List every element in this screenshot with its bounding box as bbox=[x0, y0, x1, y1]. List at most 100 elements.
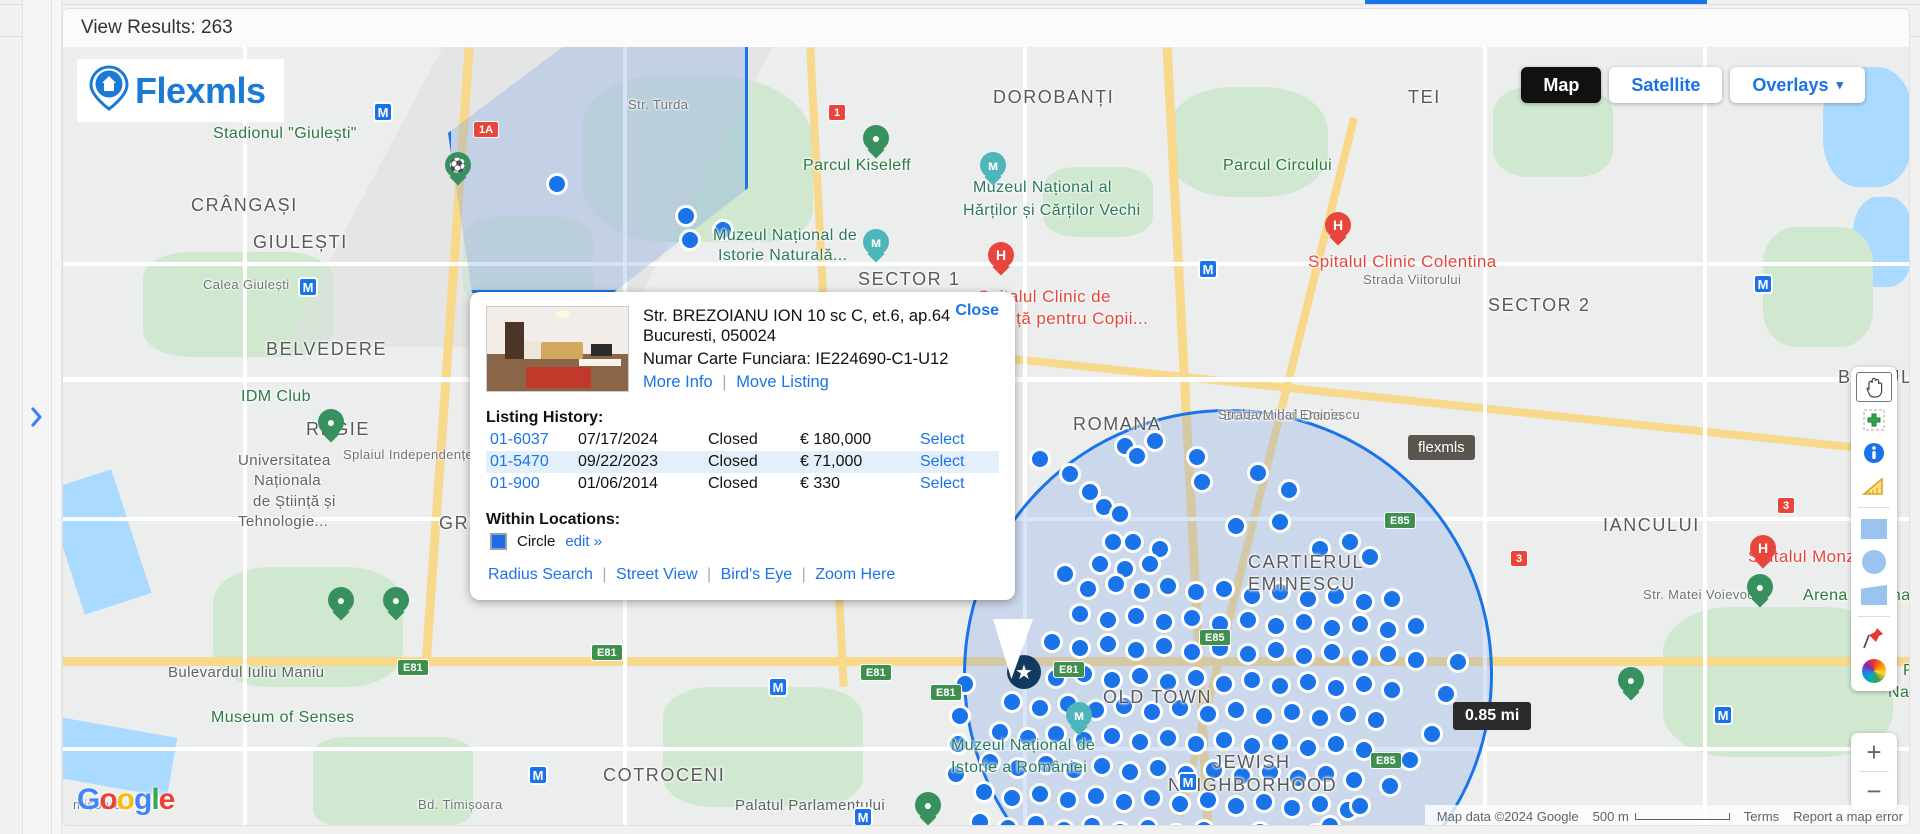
listing-marker-dot[interactable] bbox=[1125, 605, 1147, 627]
history-cell-id[interactable]: 01-6037 bbox=[486, 429, 578, 451]
listing-marker-dot[interactable] bbox=[1405, 649, 1427, 671]
listing-marker-dot[interactable] bbox=[1001, 691, 1023, 713]
listing-marker-dot[interactable] bbox=[1213, 578, 1235, 600]
listing-marker-dot[interactable] bbox=[1241, 585, 1263, 607]
listing-marker-dot[interactable] bbox=[1157, 575, 1179, 597]
listing-marker-dot[interactable] bbox=[1029, 448, 1051, 470]
listing-marker-dot[interactable] bbox=[1309, 538, 1331, 560]
listing-marker-dot[interactable] bbox=[1287, 767, 1309, 789]
listing-marker-dot[interactable] bbox=[1197, 703, 1219, 725]
listing-marker-dot[interactable] bbox=[1278, 479, 1300, 501]
listing-marker-dot[interactable] bbox=[1353, 591, 1375, 613]
listing-marker-dot[interactable] bbox=[1269, 675, 1291, 697]
table-row[interactable]: 01-5470 09/22/2023 Closed € 71,000 Select bbox=[486, 450, 999, 473]
listing-marker-dot[interactable] bbox=[679, 229, 701, 251]
edit-shape-link[interactable]: edit » bbox=[565, 533, 602, 550]
metro-station-icon[interactable]: M bbox=[768, 677, 788, 697]
history-cell-id[interactable]: 01-900 bbox=[486, 473, 578, 495]
overlays-dropdown-button[interactable]: Overlays ▾ bbox=[1730, 67, 1865, 103]
listing-marker-dot[interactable] bbox=[1269, 581, 1291, 603]
listing-marker-dot[interactable] bbox=[1007, 757, 1029, 779]
history-cell-select[interactable]: Select bbox=[920, 429, 999, 451]
listing-marker-dot[interactable] bbox=[1241, 669, 1263, 691]
listing-marker-dot[interactable] bbox=[1349, 647, 1371, 669]
metro-station-icon[interactable]: M bbox=[528, 765, 548, 785]
zoom-in-button[interactable]: + bbox=[1851, 733, 1897, 771]
listing-marker-dot[interactable] bbox=[1169, 793, 1191, 815]
listing-marker-dot[interactable] bbox=[1225, 515, 1247, 537]
listing-marker-dot[interactable] bbox=[1281, 701, 1303, 723]
listing-marker-dot[interactable] bbox=[1141, 701, 1163, 723]
listing-marker-dot[interactable] bbox=[1185, 667, 1207, 689]
listing-marker-dot[interactable] bbox=[1029, 783, 1051, 805]
radius-search-link[interactable]: Radius Search bbox=[488, 566, 593, 583]
color-picker-button[interactable] bbox=[1856, 656, 1892, 686]
rectangle-tool-button[interactable] bbox=[1856, 514, 1892, 544]
listing-marker-dot[interactable] bbox=[1069, 637, 1091, 659]
listing-marker-dot[interactable] bbox=[1325, 733, 1347, 755]
listing-marker-dot[interactable] bbox=[1231, 765, 1253, 787]
terms-link[interactable]: Terms bbox=[1744, 809, 1779, 824]
listing-marker-dot[interactable] bbox=[945, 763, 967, 785]
listing-marker-dot[interactable] bbox=[1225, 699, 1247, 721]
metro-station-icon[interactable]: M bbox=[373, 102, 393, 122]
add-shape-button[interactable] bbox=[1856, 405, 1892, 435]
listing-marker-dot[interactable] bbox=[1297, 588, 1319, 610]
listing-marker-dot[interactable] bbox=[1309, 793, 1331, 815]
listing-marker-dot[interactable] bbox=[1001, 787, 1023, 809]
listing-marker-dot[interactable] bbox=[1359, 546, 1381, 568]
listing-marker-dot[interactable] bbox=[1321, 617, 1343, 639]
listing-marker-dot[interactable] bbox=[1197, 789, 1219, 811]
zoom-here-link[interactable]: Zoom Here bbox=[815, 566, 895, 583]
listing-marker-dot[interactable] bbox=[1241, 735, 1263, 757]
listing-marker-dot[interactable] bbox=[1221, 825, 1243, 826]
listing-marker-dot[interactable] bbox=[1315, 763, 1337, 785]
metro-station-icon[interactable]: M bbox=[1713, 705, 1733, 725]
pin-tool-button[interactable] bbox=[1856, 623, 1892, 653]
listing-marker-dot[interactable] bbox=[1045, 723, 1067, 745]
listing-marker-dot[interactable] bbox=[1041, 631, 1063, 653]
listing-marker-dot[interactable] bbox=[1129, 665, 1151, 687]
listing-marker-dot[interactable] bbox=[1153, 635, 1175, 657]
listing-marker-dot[interactable] bbox=[1119, 761, 1141, 783]
map-poi-pin[interactable]: ᴍ bbox=[863, 229, 889, 263]
listing-marker-dot[interactable] bbox=[1191, 471, 1213, 493]
listing-marker-dot[interactable] bbox=[1105, 573, 1127, 595]
shape-color-swatch[interactable] bbox=[490, 532, 507, 550]
listing-marker-dot[interactable] bbox=[1405, 615, 1427, 637]
listing-marker-dot[interactable] bbox=[1339, 531, 1361, 553]
map-type-map-button[interactable]: Map bbox=[1521, 67, 1602, 103]
listing-marker-dot[interactable] bbox=[1126, 445, 1148, 467]
listing-marker-dot[interactable] bbox=[675, 205, 697, 227]
map-canvas[interactable]: Stadionul "Giulești" CRÂNGAȘI GIULEȘTI BELV… bbox=[63, 47, 1909, 826]
listing-marker-dot[interactable] bbox=[1054, 563, 1076, 585]
listing-marker-dot[interactable] bbox=[1381, 588, 1403, 610]
map-type-satellite-button[interactable]: Satellite bbox=[1609, 67, 1723, 103]
listing-marker-dot[interactable] bbox=[1253, 791, 1275, 813]
listing-marker-dot[interactable] bbox=[1181, 607, 1203, 629]
pan-tool-button[interactable] bbox=[1856, 372, 1892, 402]
listing-marker-dot[interactable] bbox=[1035, 753, 1057, 775]
move-listing-link[interactable]: Move Listing bbox=[736, 373, 829, 391]
listing-marker-dot[interactable] bbox=[1157, 727, 1179, 749]
listing-marker-dot[interactable] bbox=[1157, 671, 1179, 693]
listing-marker-dot[interactable] bbox=[1447, 651, 1469, 673]
listing-marker-dot[interactable] bbox=[1131, 580, 1153, 602]
listing-marker-dot[interactable] bbox=[1139, 553, 1161, 575]
listing-marker-dot[interactable] bbox=[973, 781, 995, 803]
birds-eye-link[interactable]: Bird's Eye bbox=[721, 566, 793, 583]
metro-station-icon[interactable]: M bbox=[1753, 274, 1773, 294]
listing-marker-dot[interactable] bbox=[1247, 462, 1269, 484]
listing-marker-dot[interactable] bbox=[1293, 645, 1315, 667]
listing-marker-dot[interactable] bbox=[1399, 749, 1421, 771]
listing-marker-dot[interactable] bbox=[949, 705, 971, 727]
metro-station-icon[interactable]: M bbox=[1198, 259, 1218, 279]
listing-marker-dot[interactable] bbox=[1259, 761, 1281, 783]
polygon-tool-button[interactable] bbox=[1856, 580, 1892, 610]
report-map-error-link[interactable]: Report a map error bbox=[1793, 809, 1903, 824]
listing-marker-dot[interactable] bbox=[1141, 787, 1163, 809]
listing-marker-dot[interactable] bbox=[969, 811, 991, 825]
listing-marker-dot[interactable] bbox=[546, 173, 568, 195]
listing-marker-dot[interactable] bbox=[1353, 673, 1375, 695]
listing-marker-dot[interactable] bbox=[1091, 755, 1113, 777]
